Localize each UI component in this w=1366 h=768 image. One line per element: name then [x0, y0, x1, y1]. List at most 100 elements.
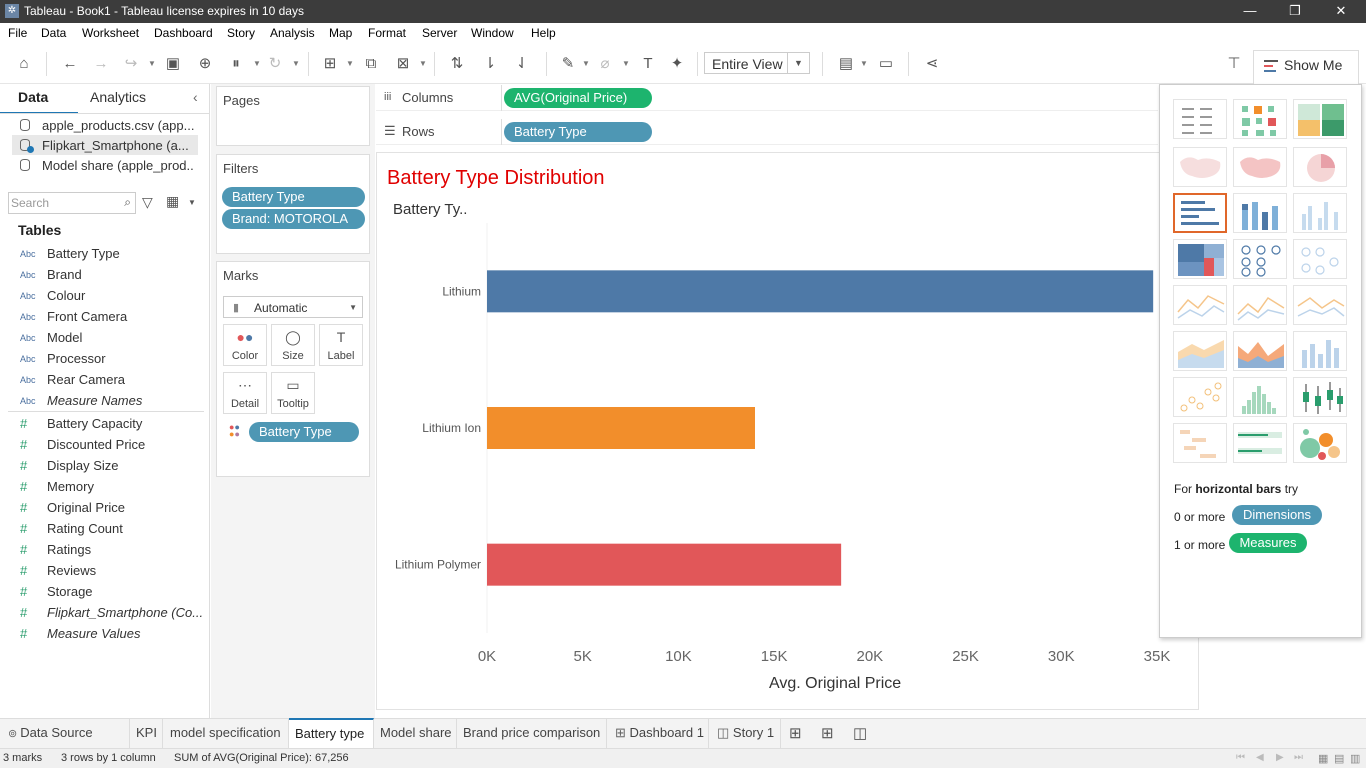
chart-type-heat-map[interactable] — [1233, 99, 1287, 139]
tab-analytics[interactable]: Analytics — [90, 89, 146, 105]
field-discounted-price[interactable]: # Discounted Price — [18, 435, 204, 455]
restore-icon[interactable]: ❐ — [1285, 2, 1305, 20]
filter-pill-brand[interactable]: Brand: MOTOROLA — [222, 209, 365, 229]
menu-worksheet[interactable]: Worksheet — [82, 26, 139, 40]
field-original-price[interactable]: # Original Price — [18, 498, 204, 518]
chart-type-histogram[interactable] — [1233, 377, 1287, 417]
field-battery-type[interactable]: Abc Battery Type — [18, 244, 204, 264]
field-measure-values[interactable]: # Measure Values — [18, 624, 204, 644]
sort-ascending-icon[interactable]: ⇂ — [480, 54, 500, 74]
datasource-model-share[interactable]: Model share (apple_prod... — [12, 155, 198, 175]
chart-type-area-discrete[interactable] — [1233, 331, 1287, 371]
swap-icon[interactable]: ⇅ — [447, 54, 467, 74]
chart-type-side-by-side-bars[interactable] — [1293, 193, 1347, 233]
new-story-icon[interactable]: ◫ — [853, 724, 867, 742]
chart-type-text-table[interactable] — [1173, 99, 1227, 139]
chart-type-dual-combination[interactable] — [1293, 331, 1347, 371]
chart-type-scatter-plot[interactable] — [1173, 377, 1227, 417]
tab-story-1[interactable]: ◫ Story 1 — [709, 719, 781, 748]
close-icon[interactable]: ✕ — [1331, 2, 1351, 20]
chart-type-stacked-bars[interactable] — [1233, 193, 1287, 233]
field-display-size[interactable]: # Display Size — [18, 456, 204, 476]
duplicate-icon[interactable]: ⧉ — [361, 54, 381, 74]
nav-first-icon[interactable]: ⏮ — [1236, 752, 1245, 763]
filter-icon[interactable]: ▽ — [142, 194, 153, 211]
tab-data[interactable]: Data — [18, 89, 48, 105]
marks-size-button[interactable]: ◯ Size — [271, 324, 315, 366]
show-me-button[interactable]: Show Me — [1253, 50, 1359, 84]
chart-type-filled-map[interactable] — [1233, 147, 1287, 187]
chart-type-gantt[interactable] — [1173, 423, 1227, 463]
refresh-icon[interactable]: ↻ — [265, 54, 285, 74]
menu-window[interactable]: Window — [471, 26, 514, 40]
chart-type-circle-views[interactable] — [1233, 239, 1287, 279]
chart-type-treemap[interactable] — [1173, 239, 1227, 279]
filters-card[interactable]: Filters Battery Type Brand: MOTOROLA — [216, 154, 370, 254]
search-input[interactable] — [11, 195, 115, 211]
datasource-flipkart-smartphone[interactable]: Flipkart_Smartphone (a... — [12, 135, 198, 155]
field-search[interactable]: ⌕ — [8, 192, 136, 214]
tab-model-share[interactable]: Model share — [374, 719, 457, 748]
field-brand[interactable]: Abc Brand — [18, 265, 204, 285]
mark-pill-battery-type[interactable]: Battery Type — [249, 422, 359, 442]
menu-dashboard[interactable]: Dashboard — [154, 26, 213, 40]
marks-color-button[interactable]: ●● Color — [223, 324, 267, 366]
filmstrip-icon[interactable]: ▥ — [1350, 752, 1360, 765]
bar-lithium-polymer[interactable] — [487, 543, 842, 586]
bar-lithium[interactable] — [487, 270, 1154, 313]
nav-prev-icon[interactable]: ◀ — [1256, 752, 1264, 763]
labels-icon[interactable]: T — [638, 54, 658, 74]
marks-detail-button[interactable]: ⋯ Detail — [223, 372, 267, 414]
filter-pill-battery-type[interactable]: Battery Type — [222, 187, 365, 207]
chart-type-symbol-map[interactable] — [1173, 147, 1227, 187]
bar-lithium-ion[interactable] — [487, 407, 755, 449]
field-front-camera[interactable]: Abc Front Camera — [18, 307, 204, 327]
share-icon[interactable]: ⋖ — [922, 54, 942, 74]
fit-view-select[interactable]: Entire View ▼ — [704, 52, 810, 74]
pause-updates-icon[interactable]: ⏸ — [226, 54, 246, 74]
field-model[interactable]: Abc Model — [18, 328, 204, 348]
columns-shelf[interactable]: iii Columns AVG(Original Price) — [376, 85, 1158, 111]
field-flipkart-count[interactable]: # Flipkart_Smartphone (Co... — [18, 603, 204, 623]
replay-icon[interactable]: ↪ — [121, 54, 141, 74]
field-colour[interactable]: Abc Colour — [18, 286, 204, 306]
menu-server[interactable]: Server — [422, 26, 457, 40]
field-battery-capacity[interactable]: # Battery Capacity — [18, 414, 204, 434]
rows-pill-battery-type[interactable]: Battery Type — [504, 122, 652, 142]
mark-type-select[interactable]: ▮ Automatic ▼ — [223, 296, 363, 318]
show-cards-icon[interactable]: ▤ — [836, 54, 856, 74]
menu-story[interactable]: Story — [227, 26, 255, 40]
datasource-apple-products[interactable]: apple_products.csv (app... — [12, 115, 198, 135]
field-ratings[interactable]: # Ratings — [18, 540, 204, 560]
group-icon[interactable]: ⌀ — [595, 54, 615, 74]
tab-kpi[interactable]: KPI — [130, 719, 163, 748]
home-icon[interactable]: ⌂ — [14, 54, 34, 74]
new-worksheet-icon[interactable]: ⊞ — [789, 724, 802, 742]
presentation-icon[interactable]: ▭ — [876, 54, 896, 74]
chart-type-lines-continuous[interactable] — [1173, 285, 1227, 325]
chart-type-box-whisker[interactable] — [1293, 377, 1347, 417]
marks-label-button[interactable]: T Label — [319, 324, 363, 366]
format-painter-icon[interactable]: ⊤ — [1224, 54, 1244, 74]
highlight-icon[interactable]: ✎ — [558, 54, 578, 74]
menu-map[interactable]: Map — [329, 26, 352, 40]
tab-dashboard-1[interactable]: ⊞ Dashboard 1 — [607, 719, 709, 748]
chart-type-area-continuous[interactable] — [1173, 331, 1227, 371]
marks-tooltip-button[interactable]: ▭ Tooltip — [271, 372, 315, 414]
rows-shelf[interactable]: ☰ Rows Battery Type — [376, 119, 1158, 145]
chart-type-packed-bubbles[interactable] — [1293, 423, 1347, 463]
chart-type-lines-discrete[interactable] — [1233, 285, 1287, 325]
redo-icon[interactable]: → — [91, 54, 111, 74]
tab-brand-price-comparison[interactable]: Brand price comparison — [457, 719, 607, 748]
menu-format[interactable]: Format — [368, 26, 406, 40]
list-view-icon[interactable]: ▤ — [1334, 752, 1344, 765]
chart-type-horizontal-bars[interactable] — [1173, 193, 1227, 233]
chart-type-dual-lines[interactable] — [1293, 285, 1347, 325]
field-storage[interactable]: # Storage — [18, 582, 204, 602]
new-worksheet-icon[interactable]: ⊞ — [320, 54, 340, 74]
chart-type-highlight-table[interactable] — [1293, 99, 1347, 139]
grid-view-icon[interactable]: ▦ — [1318, 752, 1328, 765]
field-measure-names[interactable]: Abc Measure Names — [18, 391, 204, 411]
pages-card[interactable]: Pages — [216, 86, 370, 146]
chevron-down-icon[interactable]: ▼ — [188, 198, 196, 207]
